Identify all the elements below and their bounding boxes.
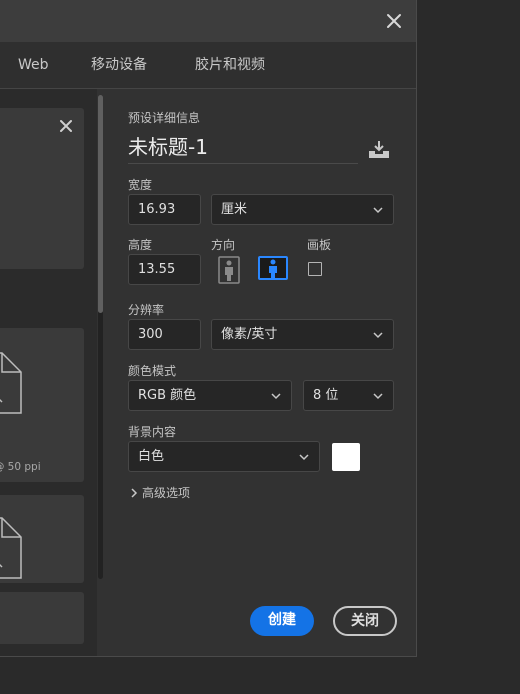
color-mode-value: RGB 颜色: [138, 388, 197, 403]
resolution-unit-dropdown[interactable]: 像素/英寸: [211, 319, 394, 350]
preset-card-default[interactable]: 定 米 @ 50 ppi: [0, 328, 84, 482]
advanced-options-label: 高级选项: [142, 486, 191, 500]
document-icon: [0, 352, 22, 414]
artboard-label: 画板: [307, 238, 332, 252]
chevron-right-icon: [131, 488, 138, 498]
chevron-down-icon: [271, 393, 281, 400]
dialog-titlebar: [0, 0, 416, 42]
resolution-unit-value: 像素/英寸: [221, 327, 278, 342]
bit-depth-dropdown[interactable]: 8 位: [303, 380, 394, 411]
background-dropdown[interactable]: 白色: [128, 441, 320, 472]
preset-details-heading: 预设详细信息: [128, 111, 201, 125]
width-label: 宽度: [128, 178, 153, 192]
remove-preset-icon[interactable]: [58, 118, 74, 134]
height-input[interactable]: 13.55: [128, 254, 201, 285]
width-input[interactable]: 16.93: [128, 194, 201, 225]
unit-dropdown[interactable]: 厘米: [211, 194, 394, 225]
chevron-down-icon: [373, 207, 383, 214]
preset-card-size: 米 @ 50 ppi: [0, 461, 41, 473]
color-mode-dropdown[interactable]: RGB 颜色: [128, 380, 292, 411]
resolution-label: 分辨率: [128, 303, 165, 317]
preset-list-pane: 定 米 @ 50 ppi: [0, 89, 97, 656]
document-icon: [0, 517, 22, 579]
background-color-swatch[interactable]: [332, 443, 360, 471]
preset-card-recent[interactable]: [0, 108, 84, 269]
unit-value: 厘米: [221, 202, 248, 217]
tab-mobile[interactable]: 移动设备: [91, 42, 147, 88]
preset-card-next[interactable]: [0, 495, 84, 583]
portrait-orientation-icon[interactable]: [218, 256, 240, 284]
artboard-checkbox[interactable]: [308, 262, 322, 276]
preset-category-tabs: Web 移动设备 胶片和视频: [0, 42, 416, 89]
save-preset-icon[interactable]: [368, 139, 390, 159]
resolution-input[interactable]: 300: [128, 319, 201, 350]
background-label: 背景内容: [128, 425, 177, 439]
chevron-down-icon: [299, 454, 309, 461]
scrollbar-thumb[interactable]: [98, 95, 103, 313]
tab-web[interactable]: Web: [18, 42, 49, 88]
create-button[interactable]: 创建: [250, 606, 314, 636]
background-value: 白色: [138, 449, 165, 464]
orientation-label: 方向: [211, 238, 236, 252]
new-document-dialog: Web 移动设备 胶片和视频 定 米 @ 50 ppi: [0, 0, 417, 657]
close-icon[interactable]: [383, 10, 405, 32]
color-mode-label: 颜色模式: [128, 364, 177, 378]
height-label: 高度: [128, 238, 153, 252]
preset-details-panel: 预设详细信息 未标题-1 宽度 16.93 厘米 高度 13.55 方向 画板 …: [108, 89, 416, 656]
preset-list-scrollbar[interactable]: [98, 95, 103, 579]
tab-film-video[interactable]: 胶片和视频: [195, 42, 265, 88]
preset-card-bottom[interactable]: [0, 592, 84, 644]
chevron-down-icon: [373, 332, 383, 339]
chevron-down-icon: [373, 393, 383, 400]
landscape-orientation-icon[interactable]: [258, 256, 288, 280]
close-button[interactable]: 关闭: [333, 606, 397, 636]
document-name-field[interactable]: 未标题-1: [128, 132, 358, 164]
bit-depth-value: 8 位: [313, 388, 339, 403]
